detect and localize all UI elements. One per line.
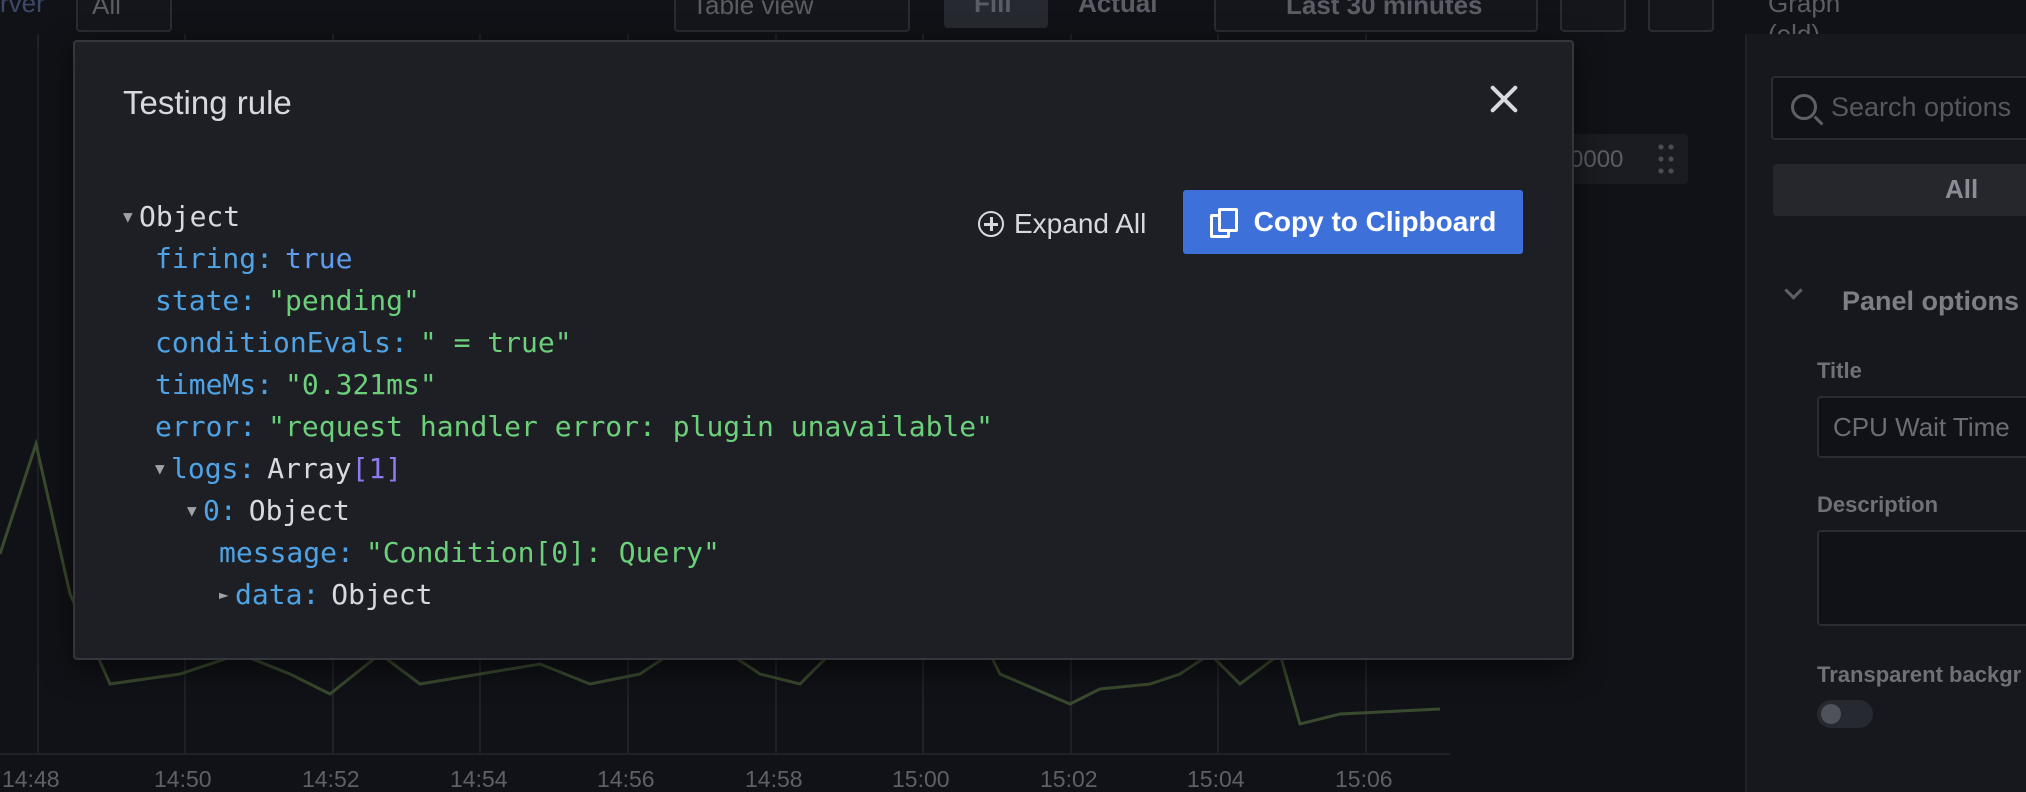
fill-segment[interactable]: Fill	[944, 0, 1048, 28]
tree-row-state: state: "pending"	[155, 284, 420, 317]
x-axis-tick: 14:48	[2, 766, 60, 792]
panel-toolbar: rver All Table view Fill Actual Last 30 …	[0, 0, 1840, 49]
time-range-picker[interactable]: Last 30 minutes	[1214, 0, 1538, 32]
tree-row-root[interactable]: ▼ Object	[123, 196, 240, 238]
x-axis-tick: 15:04	[1187, 766, 1245, 792]
title-label: Title	[1817, 358, 1862, 383]
tree-row-time-ms: timeMs: "0.321ms"	[155, 368, 437, 401]
tree-row-firing: firing: true	[155, 242, 353, 275]
zoom-out-icon[interactable]	[1560, 0, 1626, 32]
triangle-down-icon[interactable]: ▼	[187, 490, 203, 532]
all-select[interactable]: All	[76, 0, 172, 32]
triangle-down-icon[interactable]: ▼	[155, 448, 171, 490]
x-axis-tick: 14:58	[745, 766, 803, 792]
close-icon[interactable]	[1487, 82, 1521, 116]
x-axis-tick: 14:50	[154, 766, 212, 792]
actual-segment[interactable]: Actual	[1078, 0, 1157, 19]
description-label: Description	[1817, 492, 1939, 517]
tree-row-data[interactable]: ► data: Object	[219, 574, 432, 616]
triangle-down-icon[interactable]: ▼	[123, 196, 139, 238]
table-view-toggle[interactable]: Table view	[674, 0, 910, 32]
json-tree: ▼ Object firing: true state: "pending" cond…	[123, 196, 993, 700]
drag-handle-icon[interactable]	[1656, 141, 1676, 177]
title-input[interactable]: CPU Wait Time	[1817, 396, 2026, 458]
panel-options-section[interactable]: Panel options	[1842, 286, 2019, 317]
x-axis-tick: 15:06	[1335, 766, 1393, 792]
search-icon	[1791, 94, 1817, 120]
tree-row-message: message: "Condition[0]: Query"	[219, 536, 720, 569]
tree-row-item-0[interactable]: ▼ 0: Object	[187, 490, 350, 532]
x-axis-tick: 15:00	[892, 766, 950, 792]
tree-row-condition-evals: conditionEvals: " = true"	[155, 326, 572, 359]
testing-rule-modal: Testing rule Expand All Copy to Clipboar…	[73, 40, 1574, 660]
transparent-toggle[interactable]	[1817, 700, 1873, 728]
modal-title: Testing rule	[123, 84, 292, 121]
all-options-tab[interactable]: All	[1773, 164, 2026, 216]
datasource-fragment: rver	[0, 0, 45, 18]
plus-circle-icon	[978, 211, 1004, 237]
options-pane: Search options All Panel options Title C…	[1745, 34, 2026, 792]
chevron-down-icon[interactable]	[1784, 281, 1803, 300]
search-options-input[interactable]: Search options	[1771, 76, 2026, 140]
copy-to-clipboard-button[interactable]: Copy to Clipboard	[1183, 190, 1523, 254]
refresh-icon[interactable]	[1648, 0, 1714, 32]
triangle-right-icon[interactable]: ►	[219, 574, 235, 616]
tree-row-logs[interactable]: ▼ logs: Array [1]	[155, 448, 402, 490]
x-axis-tick: 14:52	[302, 766, 360, 792]
x-axis-tick: 14:54	[450, 766, 508, 792]
expand-all-button[interactable]: Expand All	[978, 202, 1146, 246]
transparent-label: Transparent backgr	[1817, 662, 2022, 687]
copy-icon	[1209, 208, 1238, 238]
tree-row-error: error: "request handler error: plugin una…	[155, 410, 994, 443]
x-axis-tick: 14:56	[597, 766, 655, 792]
x-axis-tick: 15:02	[1040, 766, 1098, 792]
description-input[interactable]	[1817, 530, 2026, 626]
